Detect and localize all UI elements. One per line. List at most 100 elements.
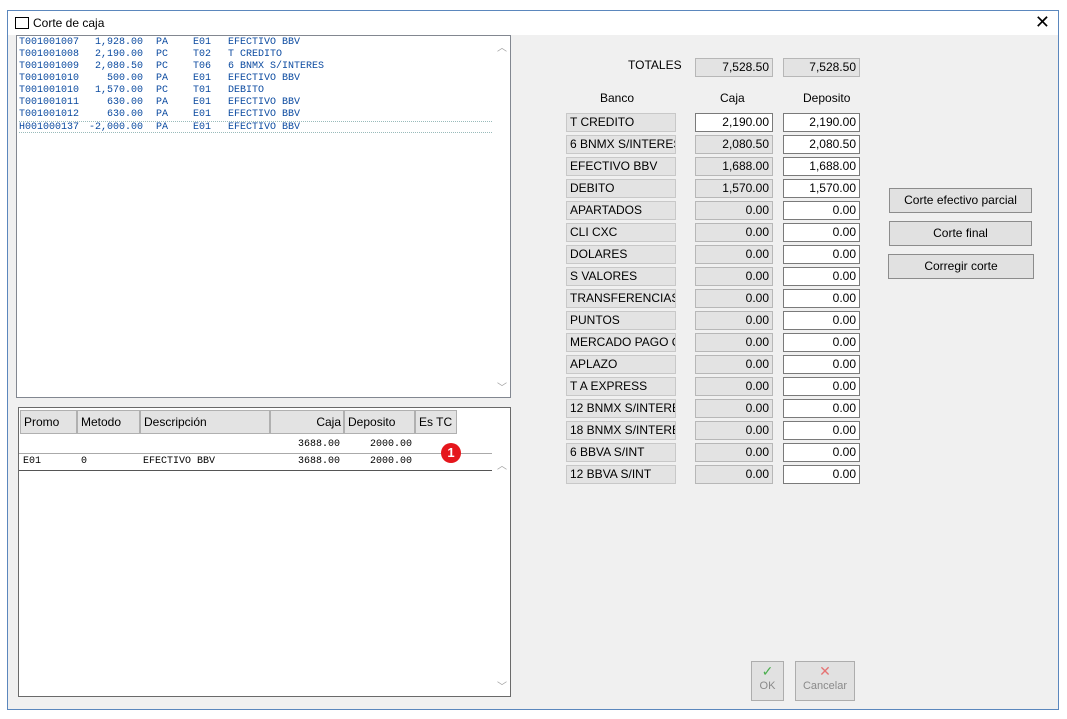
cancelar-label: Cancelar bbox=[802, 680, 848, 692]
bank-name: EFECTIVO BBV bbox=[566, 157, 676, 176]
window-title: Corte de caja bbox=[33, 16, 105, 30]
column-deposito-label: Deposito bbox=[803, 91, 851, 105]
column-header-caja[interactable]: Caja bbox=[270, 410, 344, 434]
transaction-code: E01 bbox=[193, 122, 212, 133]
transaction-type: PA bbox=[156, 73, 169, 84]
corte-final-button[interactable]: Corte final bbox=[889, 221, 1032, 246]
bank-deposito-input[interactable]: 2,080.50 bbox=[783, 135, 860, 154]
transaction-type: PC bbox=[156, 61, 169, 72]
transaction-type: PA bbox=[156, 37, 169, 48]
transaction-desc: EFECTIVO BBV bbox=[228, 97, 301, 108]
transaction-desc: EFECTIVO BBV bbox=[228, 73, 301, 84]
column-header-promo[interactable]: Promo bbox=[20, 410, 77, 434]
summary-deposito: 2000.00 bbox=[369, 439, 412, 450]
bank-deposito-input[interactable]: 1,688.00 bbox=[783, 157, 860, 176]
bank-name: DEBITO bbox=[566, 179, 676, 198]
transaction-list-scrollbar[interactable]: ︿ ﹀ bbox=[494, 36, 510, 397]
scroll-down-icon[interactable]: ﹀ bbox=[497, 678, 507, 693]
totales-label: TOTALES bbox=[628, 58, 682, 72]
bank-deposito-input[interactable]: 0.00 bbox=[783, 421, 860, 440]
bank-caja-field: 0.00 bbox=[695, 289, 773, 308]
bank-name: T A EXPRESS bbox=[566, 377, 676, 396]
grid-row[interactable]: E01 0 EFECTIVO BBV 3688.00 2000.00 bbox=[19, 453, 492, 471]
total-deposito: 7,528.50 bbox=[783, 58, 860, 77]
step-badge: 1 bbox=[441, 443, 461, 463]
ok-label: OK bbox=[759, 680, 776, 692]
transaction-folio: T001001012 bbox=[19, 109, 80, 120]
bank-caja-field: 0.00 bbox=[695, 421, 773, 440]
transaction-code: T02 bbox=[193, 49, 212, 60]
scroll-up-icon[interactable]: ︿ bbox=[497, 457, 507, 472]
bank-deposito-input[interactable]: 0.00 bbox=[783, 465, 860, 484]
transaction-code: E01 bbox=[193, 97, 212, 108]
grid-scrollbar[interactable]: ︿ ﹀ bbox=[494, 454, 510, 696]
transaction-amount: 2,190.00 bbox=[94, 49, 143, 60]
corregir-corte-button[interactable]: Corregir corte bbox=[888, 254, 1034, 279]
bank-caja-field[interactable]: 2,190.00 bbox=[695, 113, 773, 132]
transaction-amount: -2,000.00 bbox=[88, 122, 143, 133]
bank-name: APARTADOS bbox=[566, 201, 676, 220]
bank-deposito-input[interactable]: 2,190.00 bbox=[783, 113, 860, 132]
bank-name: PUNTOS bbox=[566, 311, 676, 330]
grid-cell-metodo: 0 bbox=[81, 456, 88, 467]
scroll-down-icon[interactable]: ﹀ bbox=[497, 379, 507, 394]
bank-caja-field: 0.00 bbox=[695, 399, 773, 418]
bank-caja-field: 0.00 bbox=[695, 311, 773, 330]
column-banco-label: Banco bbox=[600, 91, 635, 105]
column-header-metodo[interactable]: Metodo bbox=[77, 410, 140, 434]
bank-deposito-input[interactable]: 0.00 bbox=[783, 201, 860, 220]
transaction-list[interactable]: T001001007 1,928.00 PA E01 EFECTIVO BBV T0010… bbox=[16, 35, 511, 398]
payment-grid[interactable]: Promo Metodo Descripción Caja Deposito E… bbox=[18, 407, 511, 697]
bank-deposito-input[interactable]: 0.00 bbox=[783, 399, 860, 418]
bank-caja-field: 0.00 bbox=[695, 223, 773, 242]
bank-deposito-input[interactable]: 0.00 bbox=[783, 223, 860, 242]
grid-cell-deposito: 2000.00 bbox=[369, 456, 412, 467]
transaction-folio: T001001010 bbox=[19, 73, 80, 84]
transaction-code: T06 bbox=[193, 61, 212, 72]
transaction-amount: 1,570.00 bbox=[94, 85, 143, 96]
bank-name: MERCADO PAGO Q bbox=[566, 333, 676, 352]
bank-deposito-input[interactable]: 0.00 bbox=[783, 289, 860, 308]
bank-caja-field: 1,570.00 bbox=[695, 179, 773, 198]
transaction-code: E01 bbox=[193, 109, 212, 120]
bank-caja-field: 0.00 bbox=[695, 245, 773, 264]
ok-button[interactable]: ✓ OK bbox=[751, 661, 784, 701]
scroll-up-icon[interactable]: ︿ bbox=[497, 39, 507, 54]
column-header-descripcion[interactable]: Descripción bbox=[140, 410, 270, 434]
bank-name: 6 BBVA S/INT bbox=[566, 443, 676, 462]
bank-deposito-input[interactable]: 0.00 bbox=[783, 355, 860, 374]
bank-caja-field: 0.00 bbox=[695, 333, 773, 352]
transaction-code: E01 bbox=[193, 37, 212, 48]
transaction-amount: 500.00 bbox=[106, 73, 143, 84]
transaction-type: PA bbox=[156, 109, 169, 120]
bank-deposito-input[interactable]: 0.00 bbox=[783, 245, 860, 264]
check-icon: ✓ bbox=[761, 663, 774, 679]
bank-name: DOLARES bbox=[566, 245, 676, 264]
column-header-deposito[interactable]: Deposito bbox=[344, 410, 415, 434]
corte-efectivo-parcial-button[interactable]: Corte efectivo parcial bbox=[889, 188, 1032, 213]
bank-name: 12 BBVA S/INT bbox=[566, 465, 676, 484]
bank-caja-field: 0.00 bbox=[695, 201, 773, 220]
transaction-folio: T001001008 bbox=[19, 49, 80, 60]
transaction-amount: 1,928.00 bbox=[94, 37, 143, 48]
cancelar-button[interactable]: ✕ Cancelar bbox=[795, 661, 855, 701]
transaction-row[interactable]: H001000137 -2,000.00 PA E01 EFECTIVO BBV bbox=[19, 121, 492, 133]
transaction-type: PA bbox=[156, 97, 169, 108]
bank-deposito-input[interactable]: 0.00 bbox=[783, 311, 860, 330]
bank-name: S VALORES bbox=[566, 267, 676, 286]
total-caja: 7,528.50 bbox=[695, 58, 773, 77]
bank-deposito-input[interactable]: 0.00 bbox=[783, 443, 860, 462]
bank-name: APLAZO bbox=[566, 355, 676, 374]
column-header-es-tc[interactable]: Es TC bbox=[415, 410, 457, 434]
bank-deposito-input[interactable]: 1,570.00 bbox=[783, 179, 860, 198]
transaction-desc: EFECTIVO BBV bbox=[228, 37, 301, 48]
transaction-type: PC bbox=[156, 85, 169, 96]
transaction-folio: T001001007 bbox=[19, 37, 80, 48]
cancel-icon: ✕ bbox=[819, 663, 831, 679]
bank-deposito-input[interactable]: 0.00 bbox=[783, 377, 860, 396]
bank-deposito-input[interactable]: 0.00 bbox=[783, 333, 860, 352]
column-caja-label: Caja bbox=[720, 91, 745, 105]
grid-cell-promo: E01 bbox=[23, 456, 42, 467]
bank-deposito-input[interactable]: 0.00 bbox=[783, 267, 860, 286]
close-icon[interactable]: ✕ bbox=[1035, 12, 1050, 32]
